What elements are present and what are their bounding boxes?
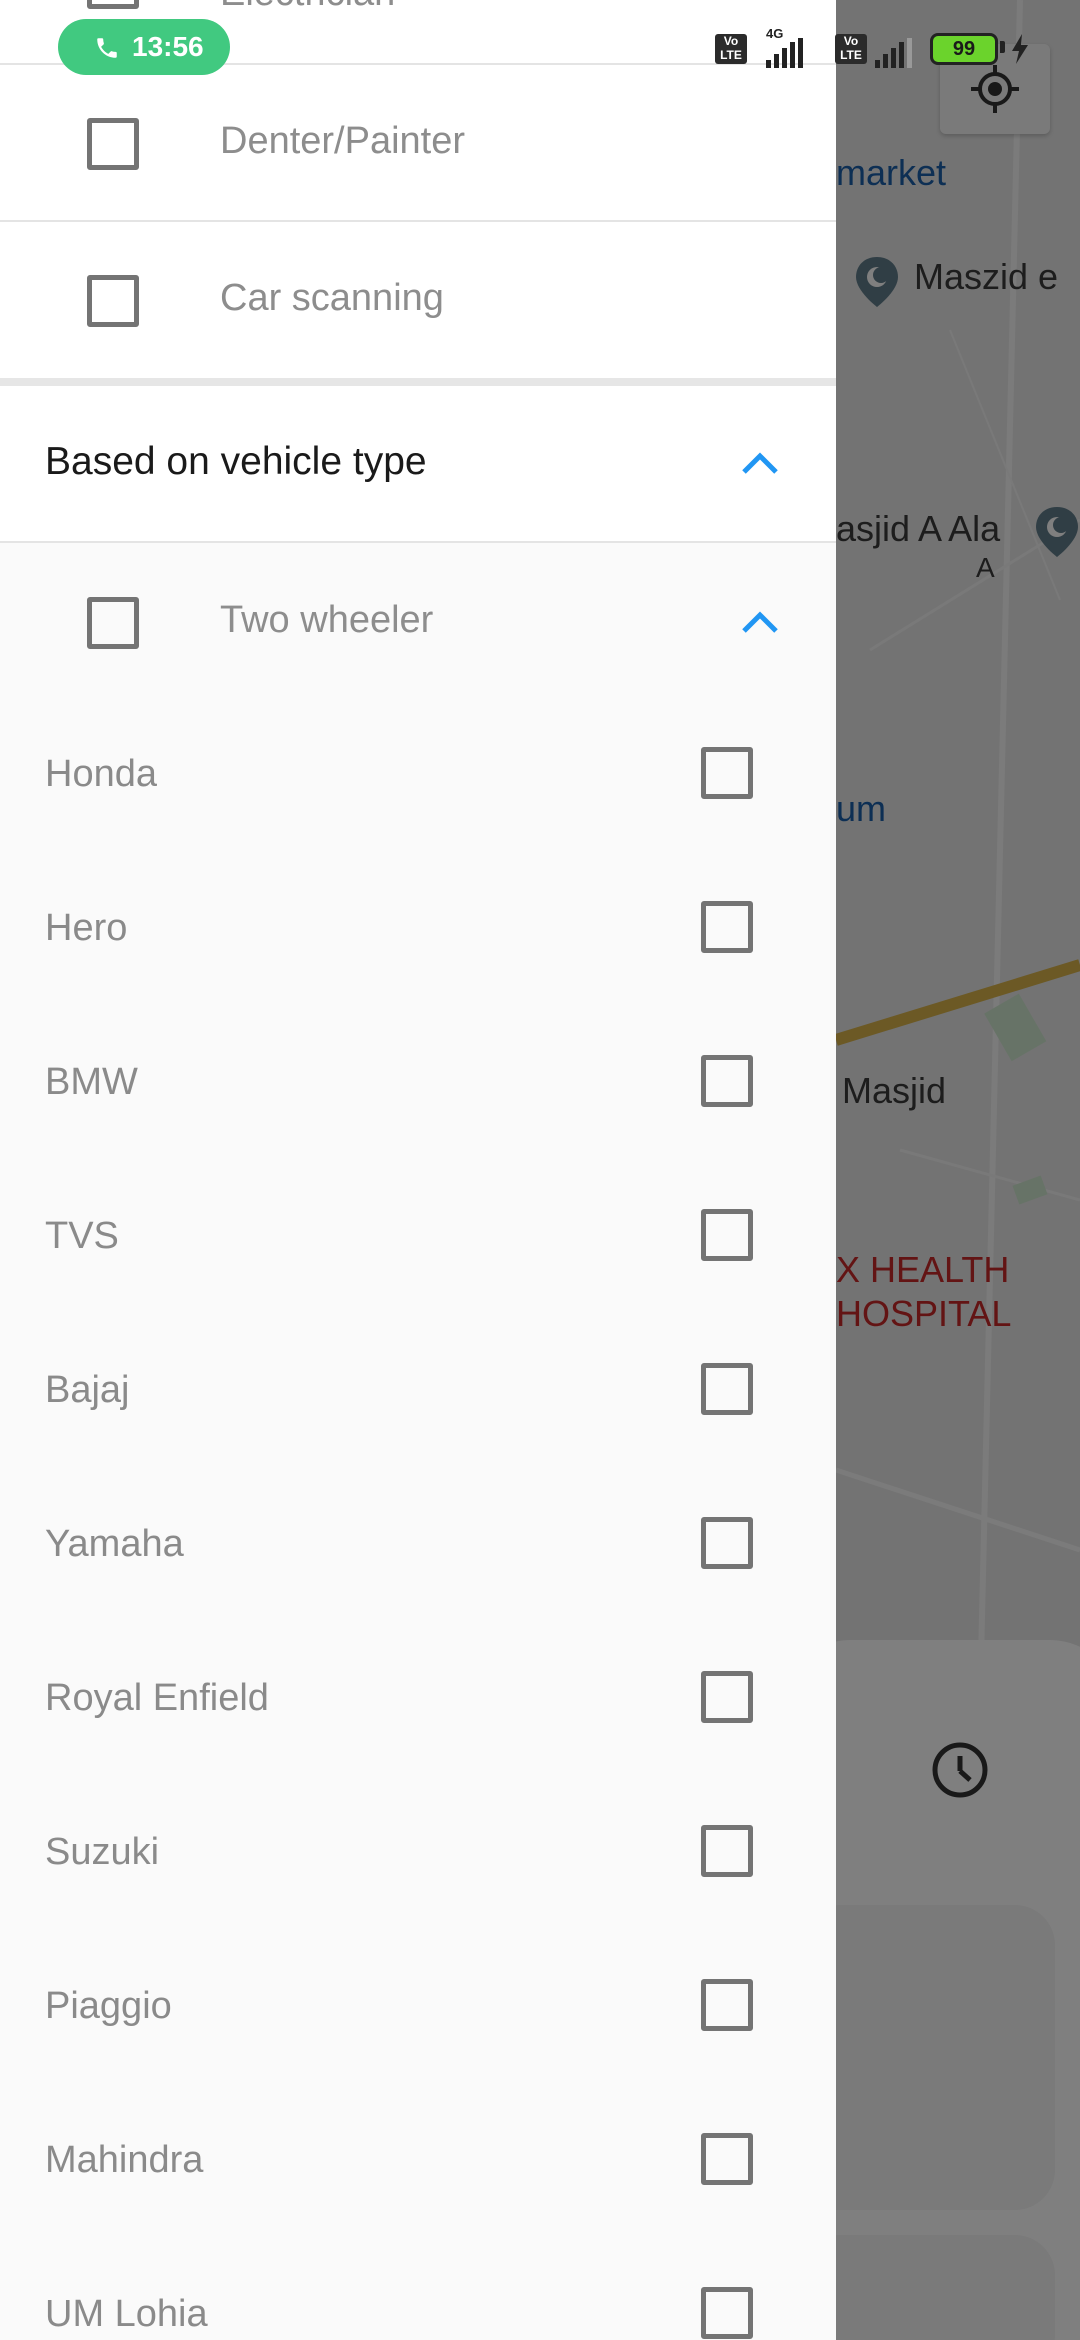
brand-checkbox[interactable] bbox=[701, 1825, 753, 1877]
brand-checkbox[interactable] bbox=[701, 747, 753, 799]
signal-strength-icon bbox=[766, 38, 803, 68]
brand-item-um-lohia[interactable]: UM Lohia bbox=[0, 2239, 836, 2340]
service-label: Denter/Painter bbox=[220, 120, 466, 162]
vehicle-type-label: Two wheeler bbox=[220, 599, 434, 641]
brand-label: Suzuki bbox=[45, 1831, 160, 1873]
brand-label: Mahindra bbox=[45, 2139, 204, 2181]
two-wheeler-checkbox[interactable] bbox=[87, 597, 139, 649]
brand-item-honda[interactable]: Honda bbox=[0, 699, 836, 853]
brand-label: Piaggio bbox=[45, 1985, 172, 2027]
brand-item-bajaj[interactable]: Bajaj bbox=[0, 1315, 836, 1469]
filter-drawer: Electrician Denter/Painter Car scanning … bbox=[0, 0, 836, 2340]
electrician-checkbox[interactable] bbox=[87, 0, 139, 9]
brand-checkbox[interactable] bbox=[701, 2287, 753, 2339]
battery-icon: 99 bbox=[930, 33, 998, 65]
chevron-up-icon[interactable] bbox=[740, 609, 780, 635]
brand-checkbox[interactable] bbox=[701, 1671, 753, 1723]
brand-label: Bajaj bbox=[45, 1369, 130, 1411]
phone-icon bbox=[97, 38, 117, 58]
volte-icon: Vo LTE bbox=[715, 34, 747, 64]
brand-label: BMW bbox=[45, 1061, 138, 1103]
chevron-up-icon[interactable] bbox=[740, 450, 780, 476]
brand-item-piaggio[interactable]: Piaggio bbox=[0, 1931, 836, 2085]
ongoing-call-pill[interactable]: 13:56 bbox=[58, 19, 230, 75]
section-title: Based on vehicle type bbox=[45, 440, 427, 483]
brand-checkbox[interactable] bbox=[701, 1979, 753, 2031]
brand-label: Honda bbox=[45, 753, 157, 795]
screen: market Maszid e asjid A Ala A um Masjid … bbox=[0, 0, 1080, 2340]
brand-item-bmw[interactable]: BMW bbox=[0, 1007, 836, 1161]
service-label: Car scanning bbox=[220, 277, 444, 319]
brand-label: UM Lohia bbox=[45, 2293, 208, 2335]
brand-item-royal-enfield[interactable]: Royal Enfield bbox=[0, 1623, 836, 1777]
divider bbox=[0, 541, 836, 543]
brand-item-hero[interactable]: Hero bbox=[0, 853, 836, 1007]
brand-label: Royal Enfield bbox=[45, 1677, 269, 1719]
brand-item-tvs[interactable]: TVS bbox=[0, 1161, 836, 1315]
denter-painter-checkbox[interactable] bbox=[87, 118, 139, 170]
brand-checkbox[interactable] bbox=[701, 1055, 753, 1107]
brand-checkbox[interactable] bbox=[701, 1209, 753, 1261]
brand-checkbox[interactable] bbox=[701, 2133, 753, 2185]
brand-item-suzuki[interactable]: Suzuki bbox=[0, 1777, 836, 1931]
status-icons: Vo LTE 4G Vo LTE 99 bbox=[710, 26, 1080, 70]
charging-icon bbox=[1012, 34, 1028, 64]
brand-item-yamaha[interactable]: Yamaha bbox=[0, 1469, 836, 1623]
divider bbox=[0, 220, 836, 222]
call-time: 13:56 bbox=[132, 31, 204, 62]
brand-checkbox[interactable] bbox=[701, 1517, 753, 1569]
brand-label: TVS bbox=[45, 1215, 119, 1257]
volte-icon-sim2: Vo LTE bbox=[835, 34, 867, 64]
brand-item-mahindra[interactable]: Mahindra bbox=[0, 2085, 836, 2239]
vehicle-type-header[interactable]: Based on vehicle type bbox=[0, 386, 836, 541]
section-divider bbox=[0, 378, 836, 386]
service-label-partial: Electrician bbox=[220, 0, 395, 15]
brand-checkbox[interactable] bbox=[701, 901, 753, 953]
car-scanning-checkbox[interactable] bbox=[87, 275, 139, 327]
signal-strength-icon-sim2 bbox=[875, 38, 912, 68]
brand-label: Hero bbox=[45, 907, 128, 949]
brand-checkbox[interactable] bbox=[701, 1363, 753, 1415]
battery-tip bbox=[1000, 41, 1005, 53]
brand-label: Yamaha bbox=[45, 1523, 184, 1565]
